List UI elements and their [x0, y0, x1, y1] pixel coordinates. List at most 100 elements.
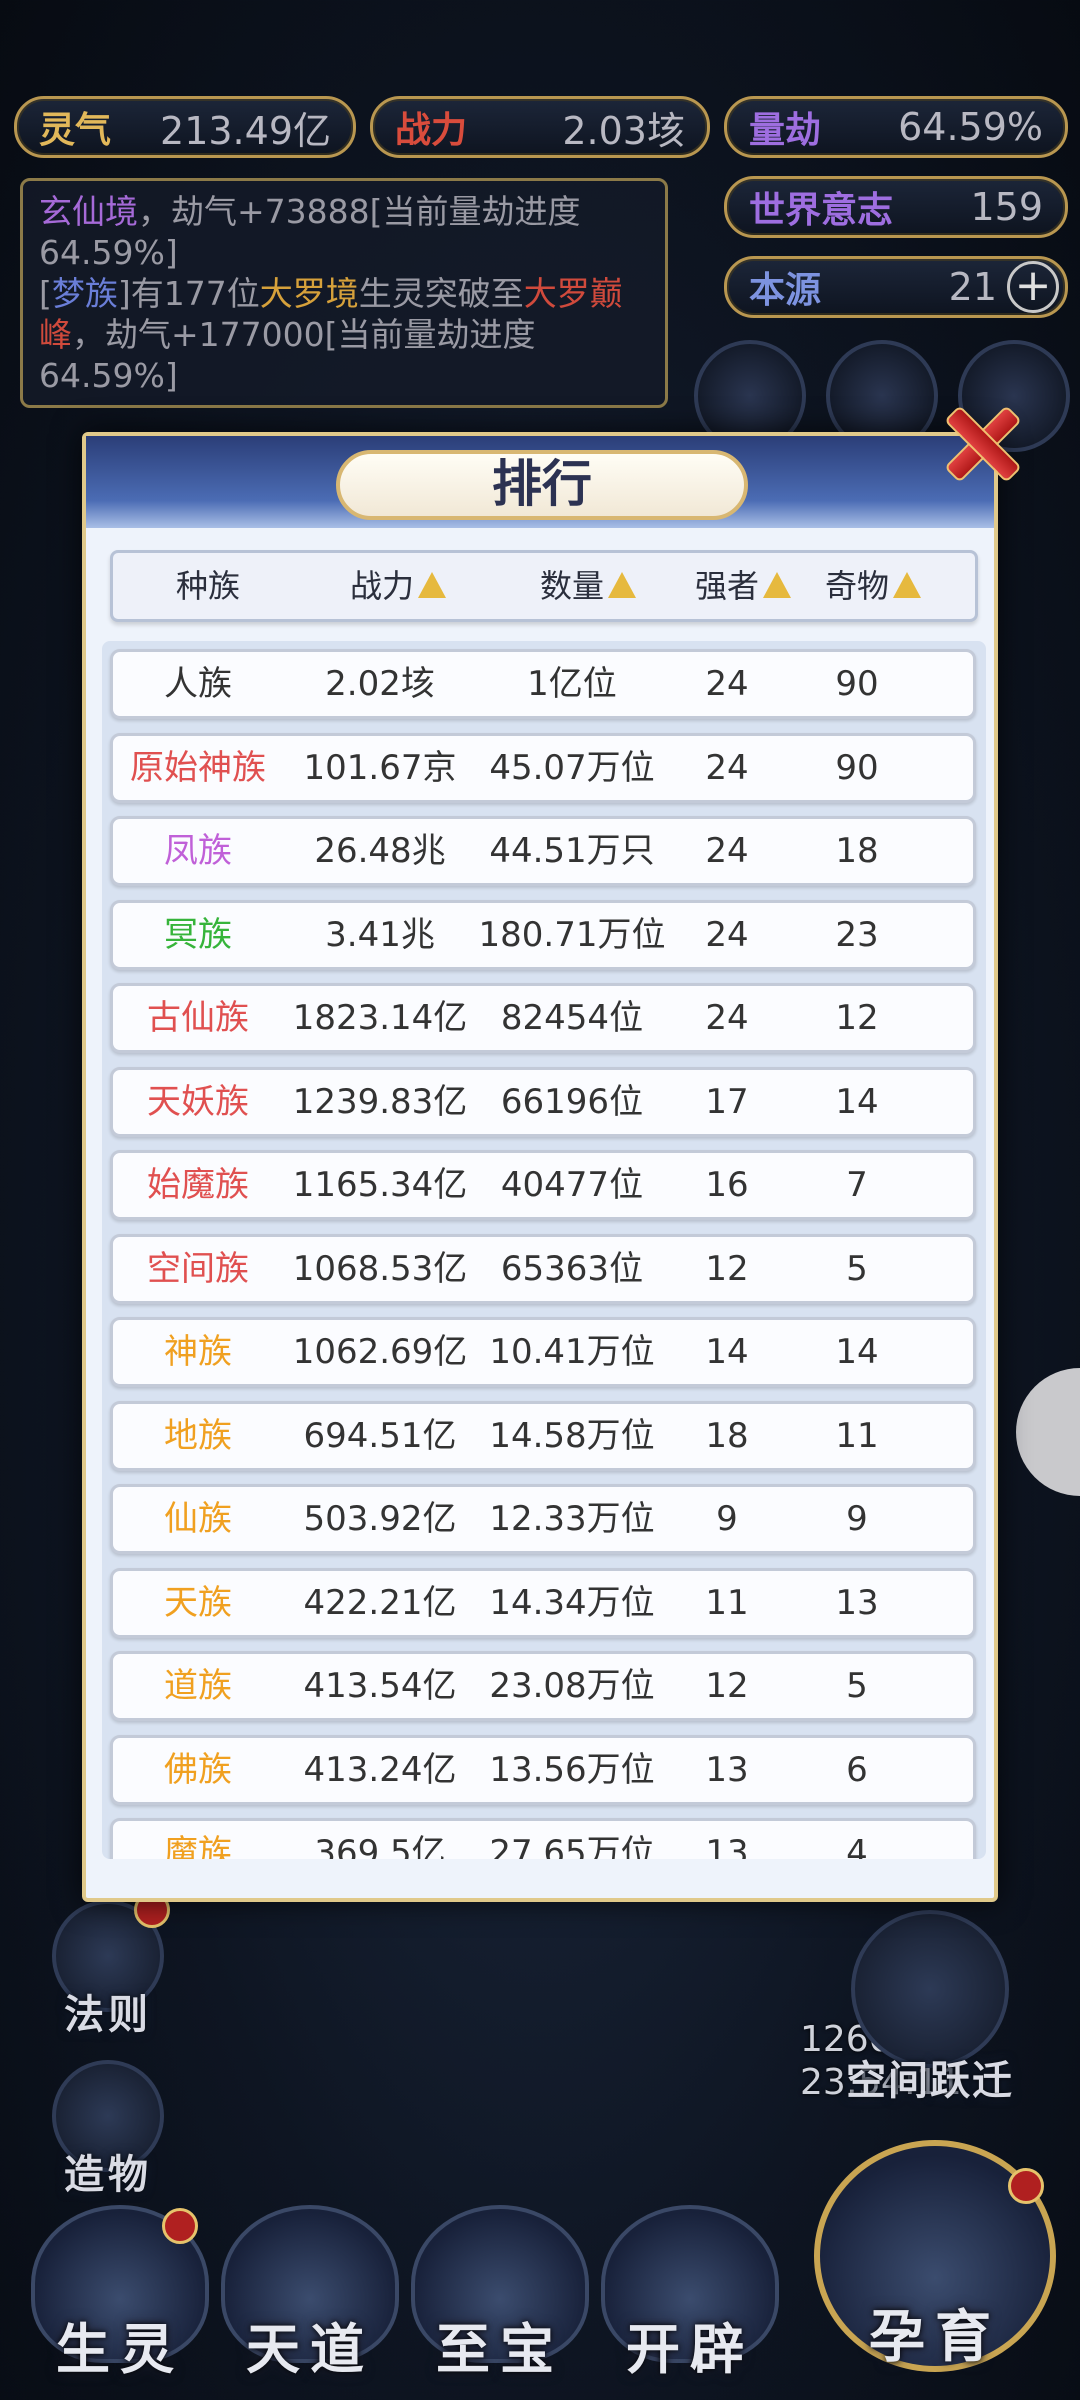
race-name: 古仙族	[147, 998, 249, 1038]
modal-header: 排行	[86, 436, 994, 528]
race-name: 天族	[164, 1582, 232, 1623]
items-value: 90	[835, 664, 879, 704]
sort-strong-button[interactable]: 强者	[683, 553, 803, 619]
header-race-label: 种族	[175, 567, 240, 605]
power-value: 3.41兆	[325, 914, 435, 955]
side-drawer-handle[interactable]	[1016, 1368, 1080, 1496]
table-row[interactable]: 始魔族 1165.34亿 40477位 16 7	[110, 1150, 976, 1220]
race-name: 人族	[164, 664, 232, 704]
sort-arrow-icon	[893, 572, 921, 598]
sort-items-button[interactable]: 奇物	[803, 553, 943, 619]
liangjie-bar[interactable]: 量劫 64.59%	[724, 96, 1068, 158]
header-items-label: 奇物	[824, 567, 889, 605]
zao-wu-label: 造物	[64, 2152, 152, 2198]
table-row[interactable]: 原始神族 101.67京 45.07万位 24 90	[110, 732, 976, 803]
space-jump-button[interactable]: 空间跃迁	[830, 1910, 1030, 2106]
sort-power-button[interactable]: 战力	[303, 553, 493, 619]
race-name: 天妖族	[147, 1081, 249, 1122]
shijie-value: 159	[970, 185, 1043, 229]
strong-value: 18	[705, 1415, 749, 1456]
count-value: 10.41万位	[489, 1332, 655, 1372]
event-log: 玄仙境，劫气+73888[当前量劫进度64.59%] [梦族]有177位大罗境生…	[20, 178, 668, 408]
table-row[interactable]: 天族 422.21亿 14.34万位 11 13	[110, 1567, 976, 1638]
count-value: 44.51万只	[489, 831, 655, 871]
zhanli-value: 2.03垓	[562, 108, 685, 153]
items-value: 5	[846, 1248, 868, 1289]
nav-kai-pi[interactable]: 开辟	[600, 2205, 780, 2384]
strong-value: 9	[716, 1499, 738, 1539]
count-value: 65363位	[500, 1248, 644, 1289]
items-value: 6	[846, 1749, 868, 1790]
log-realm: 玄仙境	[39, 192, 138, 231]
table-row[interactable]: 古仙族 1823.14亿 82454位 24 12	[110, 983, 976, 1053]
yun-yu-label: 孕育	[869, 2305, 1001, 2370]
table-header: 种族 战力 数量 强者 奇物	[110, 550, 978, 622]
table-row[interactable]: 地族 694.51亿 14.58万位 18 11	[110, 1400, 976, 1471]
strong-value: 12	[705, 1666, 749, 1706]
race-name: 始魔族	[147, 1165, 249, 1205]
sort-arrow-icon	[763, 572, 791, 598]
table-row[interactable]: 冥族 3.41兆 180.71万位 24 23	[110, 899, 976, 970]
race-name: 原始神族	[130, 747, 266, 788]
zao-wu-button[interactable]: 造物	[38, 2060, 178, 2200]
power-value: 1165.34亿	[292, 1165, 468, 1205]
count-value: 180.71万位	[478, 914, 666, 955]
table-row[interactable]: 道族 413.54亿 23.08万位 12 5	[110, 1651, 976, 1721]
items-value: 7	[846, 1165, 868, 1205]
table-row[interactable]: 空间族 1068.53亿 65363位 12 5	[110, 1233, 976, 1304]
strong-value: 24	[705, 914, 749, 955]
log-text: 生灵突破至	[358, 274, 524, 313]
nav-zhi-bao[interactable]: 至宝	[410, 2205, 590, 2384]
zhanli-label: 战力	[395, 110, 468, 151]
count-value: 66196位	[500, 1081, 644, 1122]
nav-tian-dao[interactable]: 天道	[220, 2205, 400, 2384]
strong-value: 16	[705, 1165, 749, 1205]
strong-value: 13	[705, 1749, 749, 1790]
strong-value: 12	[705, 1248, 749, 1289]
table-row[interactable]: 人族 2.02垓 1亿位 24 90	[110, 649, 976, 719]
sort-count-button[interactable]: 数量	[493, 553, 683, 619]
table-row[interactable]: 仙族 503.92亿 12.33万位 9 9	[110, 1484, 976, 1554]
close-icon[interactable]	[936, 396, 1026, 486]
nav-label: 至宝	[436, 2318, 564, 2381]
power-value: 1062.69亿	[292, 1332, 468, 1372]
strong-value: 11	[705, 1582, 749, 1623]
nav-label: 天道	[246, 2318, 374, 2381]
power-value: 1239.83亿	[292, 1081, 468, 1122]
header-strong-label: 强者	[694, 567, 759, 605]
shijie-label: 世界意志	[749, 190, 894, 231]
count-value: 14.58万位	[489, 1415, 655, 1456]
nav-label: 开辟	[626, 2318, 754, 2381]
items-value: 5	[846, 1666, 868, 1706]
sort-arrow-icon	[418, 572, 446, 598]
power-value: 1068.53亿	[292, 1248, 468, 1289]
items-value: 12	[835, 998, 879, 1038]
items-value: 18	[835, 831, 879, 871]
strong-value: 14	[705, 1332, 749, 1372]
strong-value: 24	[705, 998, 749, 1038]
power-value: 369.5亿	[314, 1833, 446, 1859]
race-name: 冥族	[164, 914, 232, 955]
table-row[interactable]: 凤族 26.48兆 44.51万只 24 18	[110, 816, 976, 886]
lingqi-value: 213.49亿	[160, 108, 331, 153]
power-value: 694.51亿	[303, 1415, 457, 1456]
table-row[interactable]: 神族 1062.69亿 10.41万位 14 14	[110, 1317, 976, 1387]
strong-value: 24	[705, 747, 749, 788]
count-value: 23.08万位	[489, 1666, 655, 1706]
table-row[interactable]: 佛族 413.24亿 13.56万位 13 6	[110, 1734, 976, 1805]
liangjie-value: 64.59%	[898, 105, 1043, 149]
race-name: 神族	[164, 1332, 232, 1372]
log-bracket: [	[39, 274, 52, 313]
strong-value: 24	[705, 664, 749, 704]
add-benyuan-button[interactable]: +	[1007, 261, 1059, 313]
items-value: 4	[846, 1833, 868, 1859]
count-value: 82454位	[500, 998, 644, 1038]
table-row[interactable]: 天妖族 1239.83亿 66196位 17 14	[110, 1066, 976, 1137]
race-name: 道族	[164, 1666, 232, 1706]
table-row[interactable]: 魔族 369.5亿 27.65万位 13 4	[110, 1818, 976, 1859]
ranking-list[interactable]: 人族 2.02垓 1亿位 24 90 原始神族 101.67京 45.07万位 24 90 凤族 26…	[102, 641, 986, 1859]
space-jump-label: 空间跃迁	[846, 2058, 1014, 2104]
notification-dot	[1008, 2168, 1044, 2204]
power-value: 422.21亿	[303, 1582, 457, 1623]
shijie-bar[interactable]: 世界意志 159	[724, 176, 1068, 238]
